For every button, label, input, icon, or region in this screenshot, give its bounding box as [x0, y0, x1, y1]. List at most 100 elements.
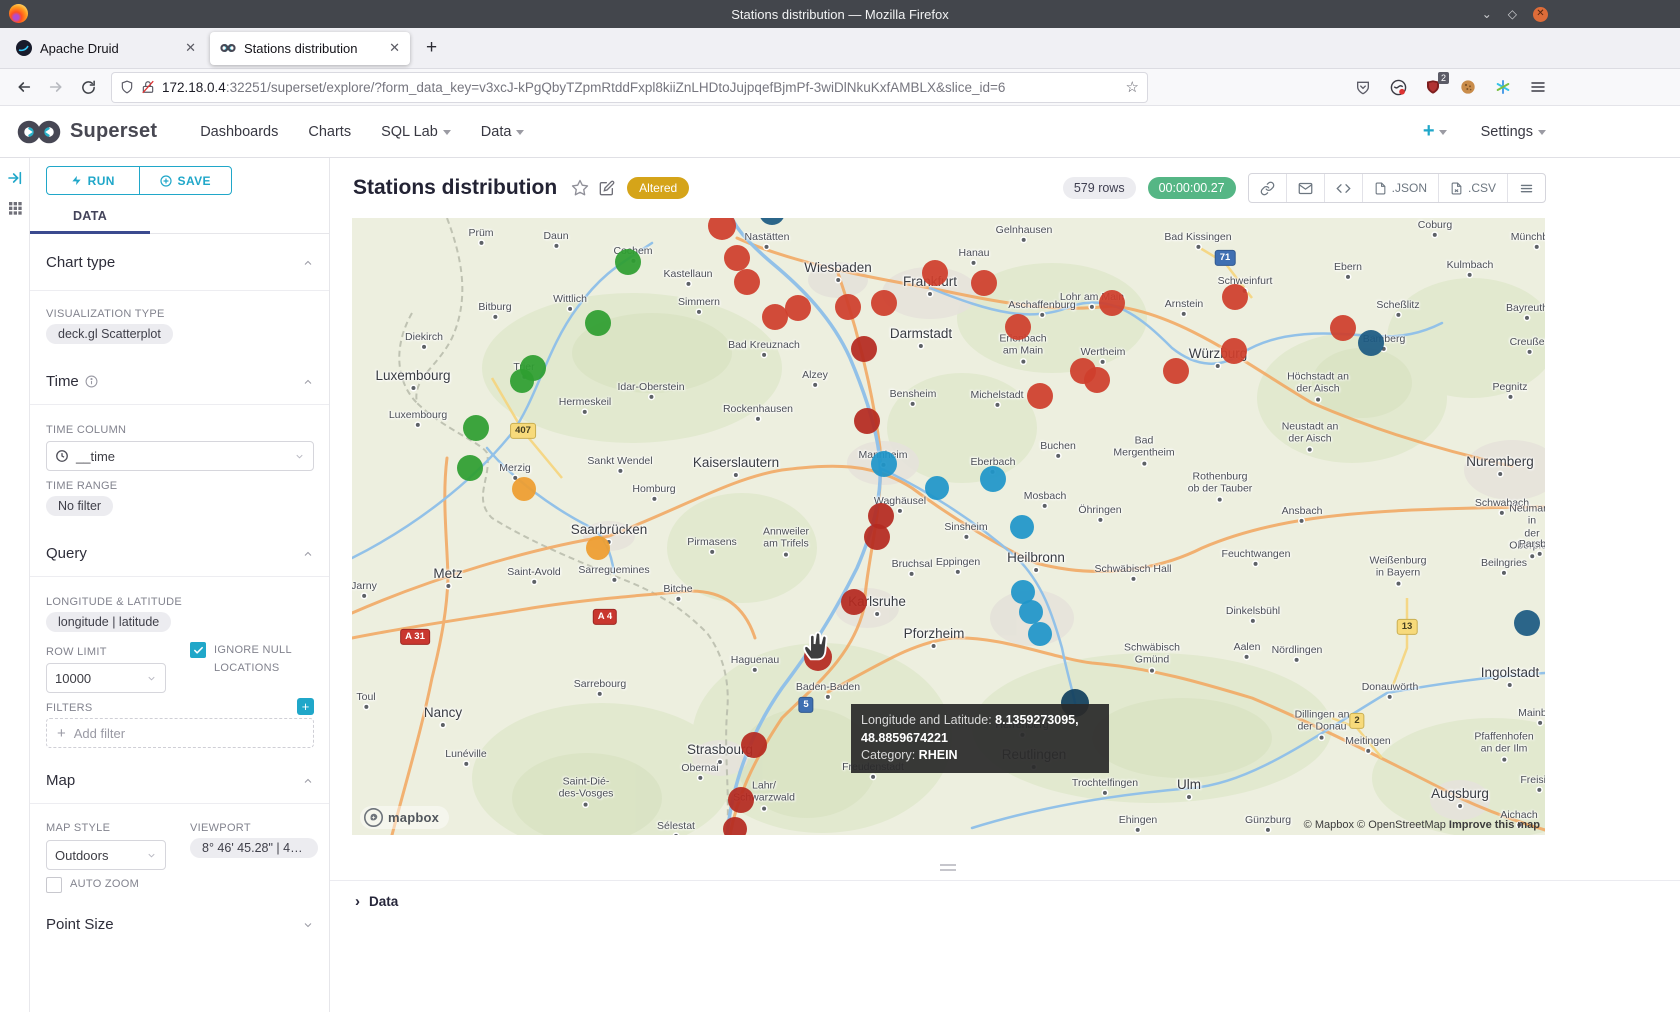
map-point[interactable] — [728, 787, 754, 813]
mapbox-attribution-link[interactable]: © Mapbox — [1304, 819, 1354, 831]
mapbox-logo[interactable]: mapbox — [360, 806, 449, 829]
export-json-button[interactable]: .JSON — [1363, 174, 1439, 202]
map-point[interactable] — [1222, 284, 1248, 310]
checkbox-unchecked-icon[interactable] — [46, 877, 62, 893]
map-point[interactable] — [615, 249, 641, 275]
map-point[interactable] — [871, 451, 897, 477]
add-filter-box[interactable]: + Add filter — [46, 718, 314, 748]
tab-data[interactable]: DATA — [30, 200, 150, 232]
chart-menu-button[interactable] — [1508, 174, 1545, 202]
section-time[interactable]: Time — [46, 373, 314, 390]
url-bar[interactable]: 172.18.0.4 :32251/superset/explore/?form… — [112, 73, 1147, 102]
altered-badge[interactable]: Altered — [627, 177, 689, 199]
map-point[interactable] — [1084, 367, 1110, 393]
map-point[interactable] — [854, 408, 880, 434]
superset-logo[interactable]: Superset — [16, 119, 157, 145]
map-point[interactable] — [1027, 383, 1053, 409]
account-icon[interactable] — [1388, 77, 1408, 97]
map-point[interactable] — [841, 589, 867, 615]
chevron-down-icon[interactable] — [302, 919, 314, 931]
section-chart-type[interactable]: Chart type — [46, 254, 314, 271]
osm-attribution-link[interactable]: © OpenStreetMap — [1357, 819, 1446, 831]
map-point[interactable] — [871, 290, 897, 316]
map-point[interactable] — [512, 477, 536, 501]
map-point[interactable] — [851, 336, 877, 362]
embed-code-button[interactable] — [1325, 174, 1363, 202]
map-style-select[interactable]: Outdoors — [46, 840, 166, 870]
map-point[interactable] — [1019, 600, 1043, 624]
map-point[interactable] — [510, 369, 534, 393]
nav-charts[interactable]: Charts — [308, 124, 351, 140]
map-point[interactable] — [723, 817, 747, 835]
time-range-value[interactable]: No filter — [46, 496, 113, 516]
tab-apache-druid[interactable]: Apache Druid ✕ — [6, 32, 206, 65]
map-point[interactable] — [724, 245, 750, 271]
auto-zoom-checkbox[interactable]: AUTO ZOOM — [46, 876, 139, 894]
section-map[interactable]: Map — [46, 772, 314, 789]
chevron-up-icon[interactable] — [302, 548, 314, 560]
run-button[interactable]: RUN — [47, 167, 139, 194]
map-point[interactable] — [785, 295, 811, 321]
nav-data[interactable]: Data — [481, 124, 525, 140]
improve-map-link[interactable]: Improve this map — [1449, 819, 1540, 831]
menu-icon[interactable] — [1528, 77, 1548, 97]
nav-dashboards[interactable]: Dashboards — [200, 124, 278, 140]
new-tab-button[interactable]: + — [426, 37, 437, 59]
map-point[interactable] — [971, 270, 997, 296]
map-point[interactable] — [1163, 358, 1189, 384]
data-results-panel[interactable]: › Data — [330, 880, 1680, 909]
export-csv-button[interactable]: .CSV — [1439, 174, 1508, 202]
window-maximize-icon[interactable]: ◇ — [1508, 7, 1517, 21]
time-column-select[interactable]: __time — [46, 441, 314, 471]
edit-title-icon[interactable] — [599, 180, 615, 196]
map-point[interactable] — [1099, 290, 1125, 316]
map-point[interactable] — [1330, 315, 1356, 341]
back-icon[interactable] — [10, 73, 38, 101]
map-point[interactable] — [1514, 610, 1540, 636]
chevron-up-icon[interactable] — [302, 257, 314, 269]
map-point[interactable] — [585, 310, 611, 336]
collapse-panel-icon[interactable] — [7, 170, 23, 186]
map-point[interactable] — [1028, 622, 1052, 646]
cookie-icon[interactable] — [1458, 77, 1478, 97]
checkbox-checked-icon[interactable] — [190, 642, 206, 658]
map-point[interactable] — [925, 476, 949, 500]
nav-sql-lab[interactable]: SQL Lab — [381, 124, 451, 140]
viewport-value[interactable]: 8° 46' 45.28" | 49... — [190, 838, 318, 858]
map-point[interactable] — [741, 732, 767, 758]
map-point[interactable] — [457, 455, 483, 481]
map-point[interactable] — [922, 260, 948, 286]
tab-close-icon[interactable]: ✕ — [389, 40, 400, 56]
extension-asterisk-icon[interactable] — [1493, 77, 1513, 97]
reload-icon[interactable] — [74, 73, 102, 101]
pocket-icon[interactable] — [1353, 77, 1373, 97]
forward-icon[interactable] — [42, 73, 70, 101]
map-point[interactable] — [835, 294, 861, 320]
favorite-star-icon[interactable] — [571, 179, 589, 197]
map-point[interactable] — [1358, 330, 1384, 356]
map-point[interactable] — [980, 466, 1006, 492]
map-point[interactable] — [864, 524, 890, 550]
section-query[interactable]: Query — [46, 545, 314, 562]
deckgl-scatterplot-map[interactable]: PrümDaunCochemNastättenGelnhausenHanauBa… — [352, 218, 1545, 835]
map-point[interactable] — [1005, 314, 1031, 340]
window-close-icon[interactable]: ✕ — [1533, 7, 1548, 22]
bookmark-star-icon[interactable]: ☆ — [1126, 78, 1139, 96]
tab-close-icon[interactable]: ✕ — [185, 40, 196, 56]
settings-menu[interactable]: Settings — [1481, 124, 1546, 140]
map-point[interactable] — [463, 415, 489, 441]
map-point[interactable] — [1010, 515, 1034, 539]
map-point[interactable] — [734, 269, 760, 295]
chevron-up-icon[interactable] — [302, 775, 314, 787]
map-point[interactable] — [586, 536, 610, 560]
chevron-up-icon[interactable] — [302, 376, 314, 388]
map-point[interactable] — [1221, 338, 1247, 364]
ignore-null-checkbox[interactable]: IGNORE NULL LOCATIONS — [190, 642, 314, 677]
lonlat-value[interactable]: longitude | latitude — [46, 612, 171, 632]
row-limit-select[interactable]: 10000 — [46, 663, 166, 693]
copy-link-button[interactable] — [1249, 174, 1287, 202]
panel-resize-handle[interactable] — [940, 864, 956, 871]
dataset-grid-icon[interactable] — [7, 200, 23, 216]
section-point-size[interactable]: Point Size — [46, 916, 314, 933]
add-new-button[interactable]: + — [1423, 120, 1447, 143]
